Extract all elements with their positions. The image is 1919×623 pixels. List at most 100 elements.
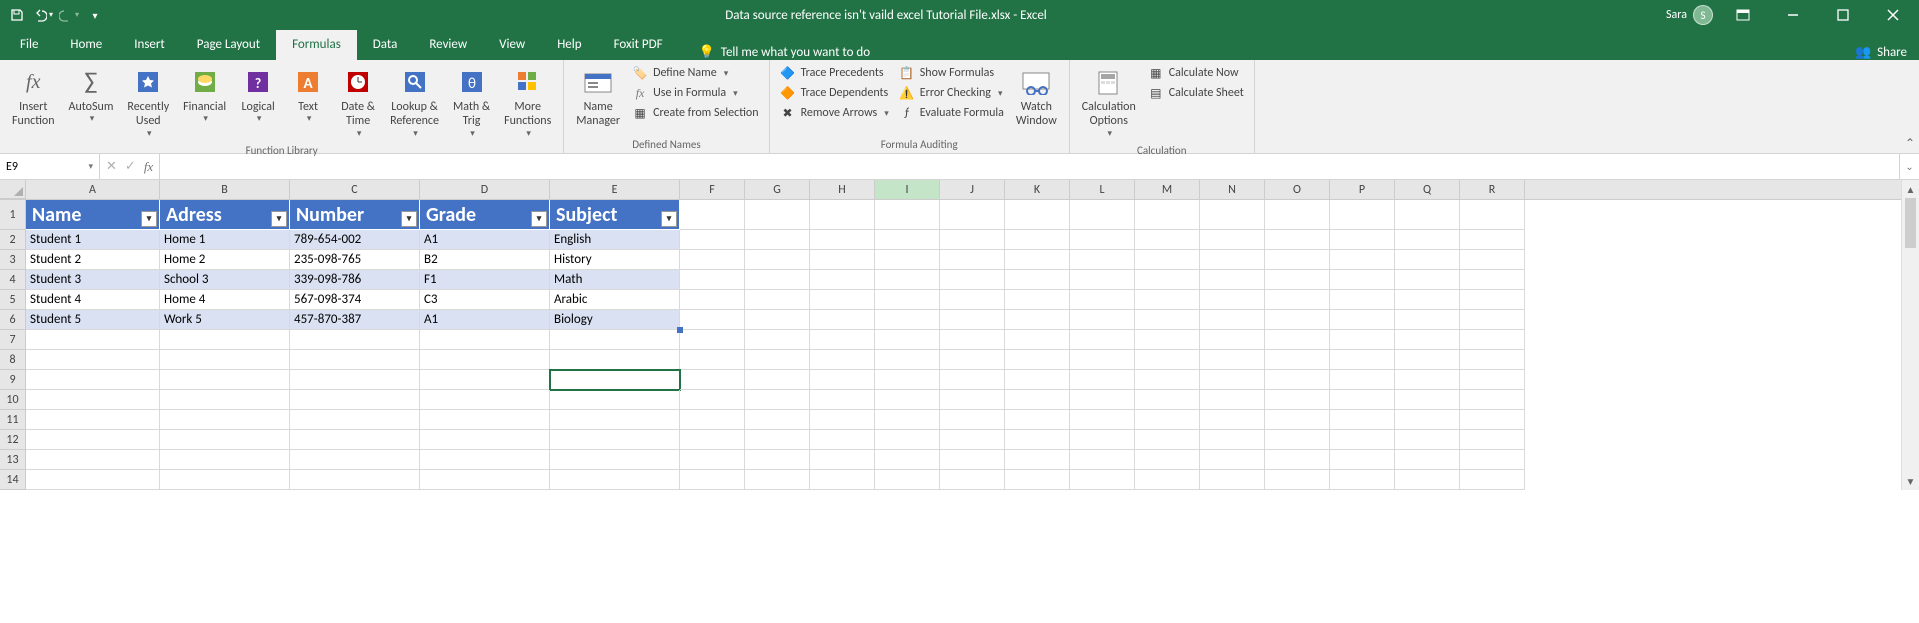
cell-I10[interactable] [875, 390, 940, 410]
cell-B13[interactable] [160, 450, 290, 470]
cell-C14[interactable] [290, 470, 420, 490]
cell-D1[interactable]: Grade▾ [420, 200, 550, 230]
cell-H14[interactable] [810, 470, 875, 490]
row-header-3[interactable]: 3 [0, 250, 26, 270]
cell-K5[interactable] [1005, 290, 1070, 310]
cell-O1[interactable] [1265, 200, 1330, 230]
cell-M7[interactable] [1135, 330, 1200, 350]
text-button[interactable]: A Text▾ [284, 64, 332, 127]
cell-E10[interactable] [550, 390, 680, 410]
cell-K11[interactable] [1005, 410, 1070, 430]
filter-button[interactable]: ▾ [141, 211, 157, 227]
cell-C10[interactable] [290, 390, 420, 410]
cancel-formula-icon[interactable]: ✕ [106, 159, 117, 174]
tab-page-layout[interactable]: Page Layout [181, 30, 276, 60]
cell-C7[interactable] [290, 330, 420, 350]
cell-P5[interactable] [1330, 290, 1395, 310]
cell-B1[interactable]: Adress▾ [160, 200, 290, 230]
cell-K9[interactable] [1005, 370, 1070, 390]
cell-B4[interactable]: School 3 [160, 270, 290, 290]
cell-L11[interactable] [1070, 410, 1135, 430]
cell-M14[interactable] [1135, 470, 1200, 490]
cell-P2[interactable] [1330, 230, 1395, 250]
cell-A7[interactable] [26, 330, 160, 350]
cell-B8[interactable] [160, 350, 290, 370]
cell-A14[interactable] [26, 470, 160, 490]
tab-view[interactable]: View [483, 30, 541, 60]
cell-P8[interactable] [1330, 350, 1395, 370]
redo-icon[interactable]: ▾ [58, 4, 80, 26]
cell-E12[interactable] [550, 430, 680, 450]
cell-I5[interactable] [875, 290, 940, 310]
cell-C5[interactable]: 567-098-374 [290, 290, 420, 310]
cell-J3[interactable] [940, 250, 1005, 270]
cell-C9[interactable] [290, 370, 420, 390]
row-header-14[interactable]: 14 [0, 470, 26, 490]
column-header-Q[interactable]: Q [1395, 180, 1460, 199]
cell-O7[interactable] [1265, 330, 1330, 350]
cell-G6[interactable] [745, 310, 810, 330]
cell-Q7[interactable] [1395, 330, 1460, 350]
cell-L9[interactable] [1070, 370, 1135, 390]
cell-J11[interactable] [940, 410, 1005, 430]
cell-F11[interactable] [680, 410, 745, 430]
cell-G7[interactable] [745, 330, 810, 350]
cell-J12[interactable] [940, 430, 1005, 450]
cell-F1[interactable] [680, 200, 745, 230]
cell-C8[interactable] [290, 350, 420, 370]
cell-P7[interactable] [1330, 330, 1395, 350]
cell-R5[interactable] [1460, 290, 1525, 310]
cell-M11[interactable] [1135, 410, 1200, 430]
filter-button[interactable]: ▾ [401, 211, 417, 227]
cell-A11[interactable] [26, 410, 160, 430]
cell-H6[interactable] [810, 310, 875, 330]
cell-B7[interactable] [160, 330, 290, 350]
cell-B6[interactable]: Work 5 [160, 310, 290, 330]
autosum-button[interactable]: ∑ AutoSum▾ [63, 64, 120, 127]
cell-M10[interactable] [1135, 390, 1200, 410]
cell-Q10[interactable] [1395, 390, 1460, 410]
cell-K3[interactable] [1005, 250, 1070, 270]
cell-L4[interactable] [1070, 270, 1135, 290]
cell-N2[interactable] [1200, 230, 1265, 250]
cell-R13[interactable] [1460, 450, 1525, 470]
cell-H1[interactable] [810, 200, 875, 230]
column-header-A[interactable]: A [26, 180, 160, 199]
cell-G1[interactable] [745, 200, 810, 230]
row-header-1[interactable]: 1 [0, 200, 26, 230]
cell-A10[interactable] [26, 390, 160, 410]
cell-R10[interactable] [1460, 390, 1525, 410]
cell-F8[interactable] [680, 350, 745, 370]
cell-I14[interactable] [875, 470, 940, 490]
cell-E5[interactable]: Arabic [550, 290, 680, 310]
cell-P12[interactable] [1330, 430, 1395, 450]
cell-H10[interactable] [810, 390, 875, 410]
maximize-icon[interactable] [1823, 0, 1863, 30]
cell-M13[interactable] [1135, 450, 1200, 470]
cell-F3[interactable] [680, 250, 745, 270]
cell-R9[interactable] [1460, 370, 1525, 390]
cell-M9[interactable] [1135, 370, 1200, 390]
cell-C11[interactable] [290, 410, 420, 430]
cell-H11[interactable] [810, 410, 875, 430]
cell-D11[interactable] [420, 410, 550, 430]
cell-L1[interactable] [1070, 200, 1135, 230]
cell-A8[interactable] [26, 350, 160, 370]
column-header-B[interactable]: B [160, 180, 290, 199]
cell-F12[interactable] [680, 430, 745, 450]
cell-E14[interactable] [550, 470, 680, 490]
cell-H13[interactable] [810, 450, 875, 470]
cell-R12[interactable] [1460, 430, 1525, 450]
cell-O2[interactable] [1265, 230, 1330, 250]
cell-C4[interactable]: 339-098-786 [290, 270, 420, 290]
calculate-now-button[interactable]: ▦Calculate Now [1144, 64, 1248, 82]
cell-L5[interactable] [1070, 290, 1135, 310]
cell-D5[interactable]: C3 [420, 290, 550, 310]
tab-home[interactable]: Home [54, 30, 118, 60]
column-header-I[interactable]: I [875, 180, 940, 199]
cell-B2[interactable]: Home 1 [160, 230, 290, 250]
cell-M4[interactable] [1135, 270, 1200, 290]
cell-Q13[interactable] [1395, 450, 1460, 470]
cell-Q2[interactable] [1395, 230, 1460, 250]
ribbon-display-icon[interactable] [1723, 0, 1763, 30]
